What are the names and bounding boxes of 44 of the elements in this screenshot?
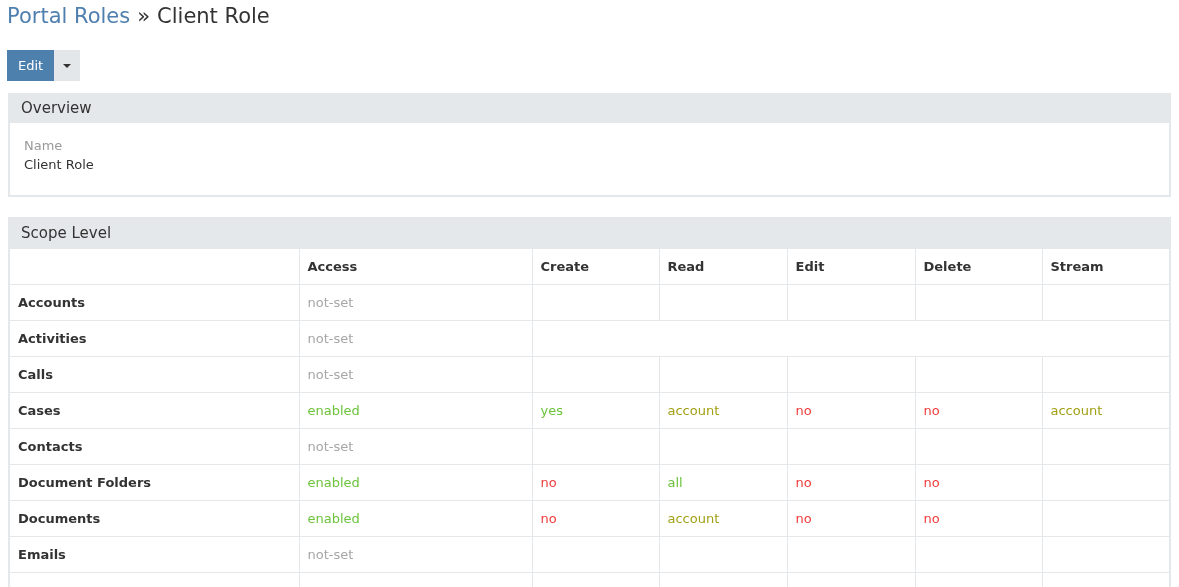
column-header: Stream (1042, 248, 1169, 285)
page-title: Client Role (157, 4, 270, 28)
column-header: Read (659, 248, 787, 285)
access-value: not-set (299, 356, 532, 393)
permission-value: account (659, 500, 787, 537)
permission-value: no (787, 500, 915, 537)
access-value: not-set (299, 284, 532, 321)
scope-name: Documents (10, 500, 299, 537)
permission-value: no (915, 392, 1042, 429)
scope-name: Calls (10, 356, 299, 393)
scope-name: Activities (10, 320, 299, 357)
permission-value: account (659, 392, 787, 429)
access-value: enabled (299, 464, 532, 501)
permission-value: no (787, 464, 915, 501)
scope-name: Contacts (10, 428, 299, 465)
permission-value: no (915, 500, 1042, 537)
permission-value: no (915, 464, 1042, 501)
scope-name: Accounts (10, 284, 299, 321)
caret-icon (63, 63, 72, 68)
field-label: Name (24, 138, 64, 153)
permission-value: all (659, 464, 787, 501)
column-header: Edit (787, 248, 915, 285)
access-value: not-set (299, 320, 532, 357)
column-header: Access (299, 248, 532, 285)
scope-name: Document Folders (10, 464, 299, 501)
permission-value: no (787, 392, 915, 429)
access-value: enabled (299, 392, 532, 429)
permission-value: no (532, 500, 659, 537)
dropdown-toggle-button[interactable] (54, 50, 81, 81)
access-value: enabled (299, 500, 532, 537)
column-header: Delete (915, 248, 1042, 285)
permission-value: no (532, 464, 659, 501)
field-value: Client Role (24, 157, 95, 172)
scope-name: Cases (10, 392, 299, 429)
access-value: not-set (299, 536, 532, 573)
access-value: not-set (299, 428, 532, 465)
breadcrumb-separator: » (137, 4, 151, 28)
permission-value: yes (532, 392, 659, 429)
panel-header: Overview (10, 93, 1169, 123)
scope-name: Emails (10, 536, 299, 573)
breadcrumb-link[interactable]: Portal Roles (7, 4, 131, 28)
edit-button[interactable]: Edit (7, 50, 55, 81)
column-header: Create (532, 248, 659, 285)
panel-header: Scope Level (10, 217, 1169, 248)
